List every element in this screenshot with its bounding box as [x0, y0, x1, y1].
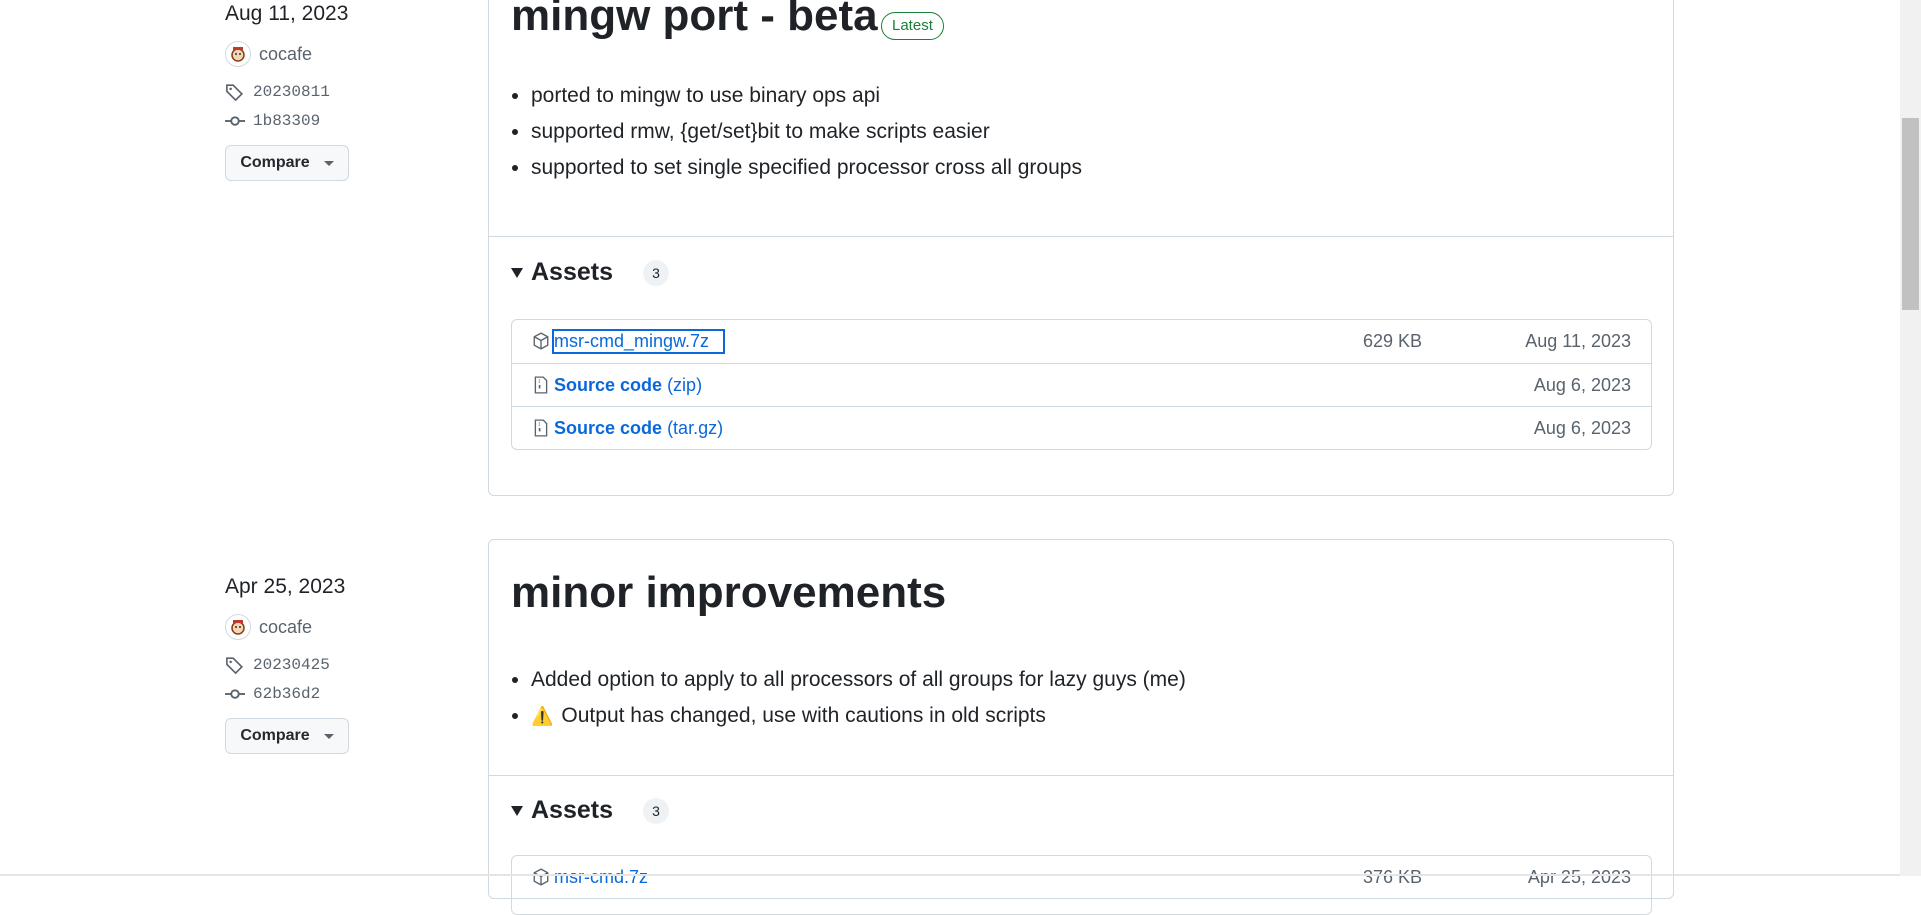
release-title[interactable]: mingw port - beta [511, 0, 878, 41]
file-zip-icon [534, 376, 548, 394]
tag-icon [226, 84, 244, 102]
release-commit[interactable]: 62b36d2 [225, 684, 320, 704]
avatar-icon [231, 47, 245, 62]
asset-row: Source code (zip) Aug 6, 2023 [512, 363, 1651, 406]
note-item: supported rmw, {get/set}bit to make scri… [531, 114, 1589, 150]
asset-size: 629 KB [1362, 331, 1422, 351]
triangle-down-icon [511, 267, 523, 278]
asset-date: Aug 6, 2023 [1533, 417, 1631, 438]
assets-list: msr-cmd_mingw.7z 629 KB Aug 11, 2023 Sou… [511, 319, 1652, 450]
commit-icon [225, 116, 245, 126]
avatar [225, 41, 251, 67]
assets-toggle[interactable]: Assets 3 [511, 796, 669, 825]
commit-sha[interactable]: 1b83309 [253, 112, 320, 130]
asset-link[interactable]: Source code (zip) [554, 375, 702, 396]
release-card: minor improvements Added option to apply… [488, 539, 1674, 915]
assets-count: 3 [643, 259, 669, 286]
author-name[interactable]: cocafe [259, 617, 312, 638]
release-notes: Added option to apply to all processors … [489, 662, 1589, 734]
note-text: Output has changed, use with cautions in… [561, 704, 1046, 727]
assets-toggle[interactable]: Assets 3 [511, 258, 669, 287]
release-author[interactable]: cocafe [225, 614, 312, 640]
latest-badge: Latest [881, 12, 944, 40]
release-author[interactable]: cocafe [225, 41, 312, 67]
release-date: Apr 25, 2023 [225, 575, 346, 598]
asset-name[interactable]: Source code [554, 375, 662, 395]
divider [489, 236, 1673, 237]
assets-list: msr-cmd.7z 376 KB Apr 25, 2023 [511, 855, 1652, 915]
compare-button[interactable]: Compare [225, 145, 349, 181]
release-title[interactable]: minor improvements [511, 568, 946, 618]
chevron-down-icon [323, 733, 334, 739]
asset-date: Apr 25, 2023 [1527, 867, 1631, 887]
note-item: ported to mingw to use binary ops api [531, 78, 1589, 114]
assets-label: Assets [531, 796, 613, 824]
compare-label: Compare [240, 727, 310, 744]
tag-name[interactable]: 20230811 [253, 83, 330, 101]
asset-name[interactable]: Source code [554, 418, 662, 438]
asset-link[interactable]: msr-cmd.7z [554, 867, 648, 888]
commit-sha[interactable]: 62b36d2 [253, 685, 320, 703]
tag-icon [226, 657, 244, 675]
release-notes: ported to mingw to use binary ops api su… [489, 78, 1589, 186]
tag-name[interactable]: 20230425 [253, 656, 330, 674]
asset-format[interactable]: (tar.gz) [667, 418, 723, 438]
note-item: supported to set single specified proces… [531, 150, 1589, 186]
asset-format[interactable]: (zip) [667, 375, 702, 395]
asset-date: Aug 6, 2023 [1533, 374, 1631, 395]
asset-date: Aug 11, 2023 [1525, 331, 1631, 351]
author-name[interactable]: cocafe [259, 44, 312, 65]
asset-row: Source code (tar.gz) Aug 6, 2023 [512, 406, 1651, 449]
release-date: Aug 11, 2023 [225, 2, 349, 25]
asset-row: msr-cmd_mingw.7z 629 KB Aug 11, 2023 [512, 320, 1651, 363]
warning-icon: ⚠️ [531, 706, 554, 726]
release-tag[interactable]: 20230425 [225, 655, 330, 675]
compare-button[interactable]: Compare [225, 718, 349, 754]
asset-size: 376 KB [1362, 867, 1422, 887]
avatar [225, 614, 251, 640]
asset-link[interactable]: Source code (tar.gz) [554, 418, 723, 439]
file-zip-icon [534, 419, 548, 437]
avatar-icon [231, 620, 245, 635]
package-icon [533, 868, 549, 886]
note-item: ⚠️ Output has changed, use with cautions … [531, 698, 1589, 734]
scrollbar-thumb[interactable] [1902, 118, 1919, 310]
divider [489, 775, 1673, 776]
assets-label: Assets [531, 258, 613, 286]
release-commit[interactable]: 1b83309 [225, 111, 320, 131]
note-item: Added option to apply to all processors … [531, 662, 1589, 698]
asset-link[interactable]: msr-cmd_mingw.7z [551, 329, 726, 354]
commit-icon [225, 689, 245, 699]
release-card: mingw port - beta Latest ported to mingw… [488, 0, 1674, 496]
release-tag[interactable]: 20230811 [225, 82, 330, 102]
vertical-scrollbar[interactable] [1900, 0, 1921, 876]
assets-count: 3 [643, 797, 669, 824]
chevron-down-icon [323, 160, 334, 166]
package-icon [533, 332, 549, 350]
triangle-down-icon [511, 805, 523, 816]
asset-row: msr-cmd.7z 376 KB Apr 25, 2023 [512, 856, 1651, 899]
compare-label: Compare [240, 154, 310, 171]
